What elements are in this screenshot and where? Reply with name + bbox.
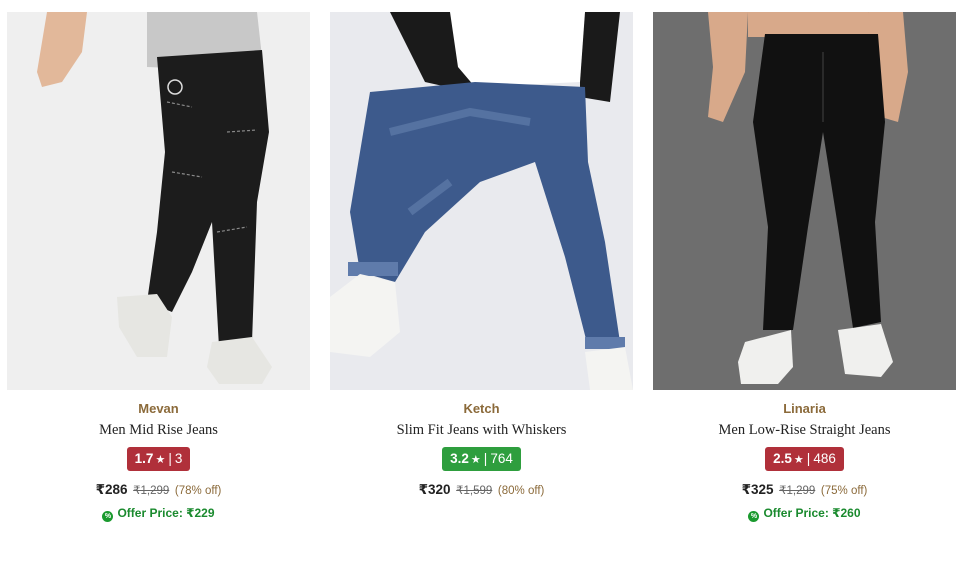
brand-name[interactable]: Linaria xyxy=(653,401,956,416)
product-photo-black-cargo-jeans xyxy=(7,12,310,390)
product-photo-blue-slim-jeans xyxy=(330,12,633,390)
product-image[interactable] xyxy=(7,12,310,390)
product-card[interactable]: Ketch Slim Fit Jeans with Whiskers 3.2 ★ |… xyxy=(330,12,633,498)
original-price: ₹1,299 xyxy=(779,485,816,497)
product-title[interactable]: Slim Fit Jeans with Whiskers xyxy=(330,422,633,439)
sale-price: ₹320 xyxy=(418,482,451,497)
brand-name[interactable]: Ketch xyxy=(330,401,633,416)
percent-badge-icon: % xyxy=(102,511,114,522)
product-card[interactable]: Linaria Men Low-Rise Straight Jeans 2.5 ★… xyxy=(653,12,956,522)
rating-badge: 2.5 ★ | 486 xyxy=(765,447,844,471)
rating-value: 1.7 xyxy=(134,451,154,466)
rating-value: 2.5 xyxy=(773,451,792,466)
product-card[interactable]: Mevan Men Mid Rise Jeans 1.7 ★ | 3 ₹286 ₹1,… xyxy=(7,12,310,522)
price-row: ₹286 ₹1,299 (78% off) xyxy=(7,482,310,498)
original-price: ₹1,599 xyxy=(456,485,493,497)
offer-price: % Offer Price: ₹229 xyxy=(7,506,310,522)
discount-percent: (80% off) xyxy=(497,485,545,497)
product-title[interactable]: Men Mid Rise Jeans xyxy=(7,422,310,439)
rating-separator: | xyxy=(806,451,811,466)
product-title[interactable]: Men Low-Rise Straight Jeans xyxy=(653,422,956,439)
product-image[interactable] xyxy=(653,12,956,390)
sale-price: ₹286 xyxy=(95,482,128,497)
product-image[interactable] xyxy=(330,12,633,390)
rating-value: 3.2 xyxy=(450,451,469,466)
rating-badge: 1.7 ★ | 3 xyxy=(126,447,191,471)
star-icon: ★ xyxy=(793,454,804,466)
offer-price-label: Offer Price: ₹260 xyxy=(763,506,861,520)
original-price: ₹1,299 xyxy=(133,485,170,497)
discount-percent: (78% off) xyxy=(174,485,222,497)
star-icon: ★ xyxy=(155,454,166,466)
rating-count: 486 xyxy=(813,451,836,466)
rating-badge: 3.2 ★ | 764 xyxy=(442,447,521,471)
price-row: ₹325 ₹1,299 (75% off) xyxy=(653,482,956,498)
rating-separator: | xyxy=(483,451,488,466)
rating-count: 3 xyxy=(174,451,183,466)
brand-name[interactable]: Mevan xyxy=(7,401,310,416)
price-row: ₹320 ₹1,599 (80% off) xyxy=(330,482,633,498)
offer-price-label: Offer Price: ₹229 xyxy=(117,506,215,520)
percent-badge-icon: % xyxy=(748,511,760,522)
rating-separator: | xyxy=(168,451,172,466)
star-icon: ★ xyxy=(470,454,481,466)
rating-count: 764 xyxy=(490,451,513,466)
discount-percent: (75% off) xyxy=(820,485,868,497)
sale-price: ₹325 xyxy=(741,482,774,497)
offer-price: % Offer Price: ₹260 xyxy=(653,506,956,522)
product-photo-black-straight-jeans xyxy=(653,12,956,390)
